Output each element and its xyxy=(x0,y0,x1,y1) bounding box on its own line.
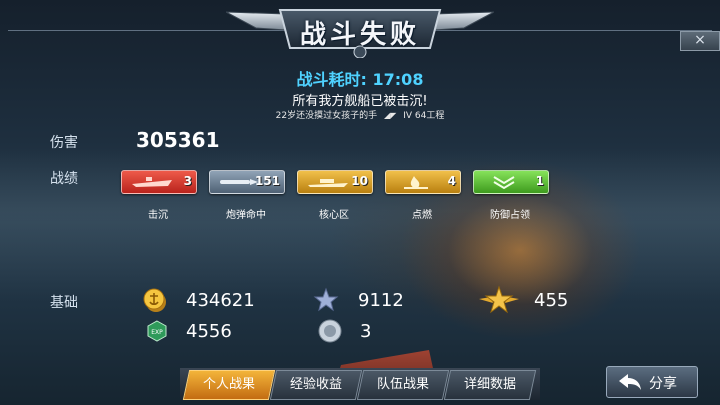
ship-name: 64工程 xyxy=(414,111,445,121)
credits-coin-icon xyxy=(143,288,166,312)
player-info: 22岁还没摸过女孩子的手 ◢◤ IV 64工程 xyxy=(0,108,720,121)
ship-type-icon: ◢◤ xyxy=(384,111,397,120)
page-title: 战斗失败 xyxy=(299,20,420,50)
damage-value: 305361 xyxy=(136,128,220,152)
duration-label: 战斗耗时: xyxy=(296,70,367,89)
fire-icon xyxy=(404,176,428,189)
medal-count: 10 xyxy=(351,174,368,188)
damage-label: 伤害 xyxy=(50,135,78,151)
basic-label: 基础 xyxy=(50,295,78,311)
title-banner: 战斗失败 xyxy=(225,4,495,59)
result-message: 所有我方舰船已被击沉! xyxy=(292,94,428,109)
medal-count: 4 xyxy=(447,174,456,188)
medal-count: 1 xyxy=(535,174,544,188)
close-button[interactable]: × xyxy=(680,31,720,51)
tab-label: 队伍战果 xyxy=(376,377,429,392)
ship-tier: IV xyxy=(403,111,412,121)
medal-caption: 点燃 xyxy=(412,210,432,221)
medal-caption: 防御占领 xyxy=(490,210,530,221)
tab-personal-results[interactable]: 个人战果 xyxy=(182,370,276,400)
medal-fire[interactable]: 4 xyxy=(385,170,461,194)
medal-caption: 核心区 xyxy=(319,210,349,221)
silver-value: 3 xyxy=(360,321,372,342)
warship-sunk-icon xyxy=(132,177,172,187)
tab-detailed-data[interactable]: 详细数据 xyxy=(443,370,537,400)
medal-caption: 击沉 xyxy=(148,210,168,221)
achievements-label: 战绩 xyxy=(50,171,78,187)
close-icon: × xyxy=(694,32,706,48)
tab-label: 详细数据 xyxy=(463,377,516,392)
exp-badge-icon: EXP xyxy=(147,320,167,342)
credits-value: 434621 xyxy=(186,290,255,311)
captain-exp-star-icon xyxy=(479,285,519,314)
tab-label: 经验收益 xyxy=(289,377,342,392)
duration-value: 17:08 xyxy=(372,70,424,89)
player-name: 22岁还没摸过女孩子的手 xyxy=(275,111,378,121)
battle-duration: 战斗耗时: 17:08 xyxy=(0,66,720,90)
tab-team-results[interactable]: 队伍战果 xyxy=(356,370,450,400)
tab-label: 个人战果 xyxy=(202,377,255,392)
tab-exp-earnings[interactable]: 经验收益 xyxy=(269,370,363,400)
captain-exp-value: 455 xyxy=(534,290,569,311)
share-label: 分享 xyxy=(649,376,677,392)
share-button[interactable]: 分享 xyxy=(606,366,698,398)
exp-value: 4556 xyxy=(186,321,232,342)
medal-citadel[interactable]: 10 xyxy=(297,170,373,194)
medal-count: 3 xyxy=(183,174,192,188)
medal-shell-hit[interactable]: 151 xyxy=(209,170,285,194)
citadel-icon xyxy=(308,179,348,187)
defense-capture-icon xyxy=(493,176,515,190)
free-exp-star-icon xyxy=(313,287,339,312)
medal-caption: 炮弹命中 xyxy=(226,210,266,221)
share-arrow-icon xyxy=(619,374,641,390)
medal-defense-capture[interactable]: 1 xyxy=(473,170,549,194)
svg-text:EXP: EXP xyxy=(151,329,163,336)
silver-coin-icon xyxy=(318,319,342,343)
medal-count: 151 xyxy=(254,174,280,188)
medal-sunk[interactable]: 3 xyxy=(121,170,197,194)
free-exp-value: 9112 xyxy=(358,290,404,311)
